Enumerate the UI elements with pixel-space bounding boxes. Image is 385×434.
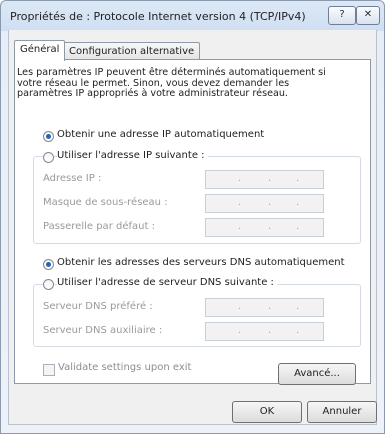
subnet-mask-field[interactable]: ...	[205, 194, 324, 213]
ip-manual-radio[interactable]	[43, 152, 54, 163]
preferred-dns-field[interactable]: ...	[205, 298, 324, 317]
preferred-dns-dot: .	[238, 301, 242, 312]
alternate-dns-label: Serveur DNS auxiliaire :	[43, 325, 163, 336]
dns-manual-label: Utiliser l'adresse de serveur DNS suivan…	[57, 277, 277, 288]
ok-button[interactable]: OK	[232, 401, 302, 423]
dns-auto-radio[interactable]	[43, 259, 54, 270]
dns-manual-radio[interactable]	[43, 279, 54, 290]
subnet-mask-dot: .	[238, 197, 242, 208]
alternate-dns-dot: .	[268, 325, 272, 336]
tab-general[interactable]: Général	[14, 40, 66, 61]
default-gateway-field[interactable]: ...	[205, 218, 324, 237]
alternate-dns-dot: .	[238, 325, 242, 336]
ip-manual-label: Utiliser l'adresse IP suivante :	[57, 150, 208, 161]
default-gateway-dot: .	[296, 221, 300, 232]
alternate-dns-field[interactable]: ...	[205, 322, 324, 341]
ip-address-dot: .	[296, 173, 300, 184]
ip-address-dot: .	[268, 173, 272, 184]
default-gateway-dot: .	[238, 221, 242, 232]
close-button[interactable]: ✕	[356, 6, 380, 25]
validate-settings-checkbox[interactable]	[43, 364, 55, 376]
subnet-mask-label: Masque de sous-réseau :	[43, 197, 168, 208]
default-gateway-label: Passerelle par défaut :	[43, 221, 155, 232]
advanced-button[interactable]: Avancé...	[278, 363, 356, 385]
validate-settings-label: Validate settings upon exit	[58, 362, 192, 373]
ip-auto-label: Obtenir une adresse IP automatiquement	[57, 129, 265, 140]
default-gateway-dot: .	[268, 221, 272, 232]
description-text: Les paramètres IP peuvent être déterminé…	[17, 67, 326, 99]
dns-auto-label: Obtenir les adresses des serveurs DNS au…	[57, 257, 345, 268]
subnet-mask-dot: .	[268, 197, 272, 208]
preferred-dns-dot: .	[296, 301, 300, 312]
help-button[interactable]: ?	[328, 6, 356, 25]
ip-address-label: Adresse IP :	[43, 173, 102, 184]
preferred-dns-dot: .	[268, 301, 272, 312]
alternate-dns-dot: .	[296, 325, 300, 336]
ip-auto-radio[interactable]	[43, 131, 54, 142]
window-title: Propriétés de : Protocole Internet versi…	[10, 10, 306, 23]
ip-address-field[interactable]: ...	[205, 170, 324, 189]
preferred-dns-label: Serveur DNS préféré :	[43, 301, 153, 312]
cancel-button[interactable]: Annuler	[307, 401, 377, 423]
ip-address-dot: .	[238, 173, 242, 184]
title-bar: Propriétés de : Protocole Internet versi…	[1, 1, 384, 31]
subnet-mask-dot: .	[296, 197, 300, 208]
